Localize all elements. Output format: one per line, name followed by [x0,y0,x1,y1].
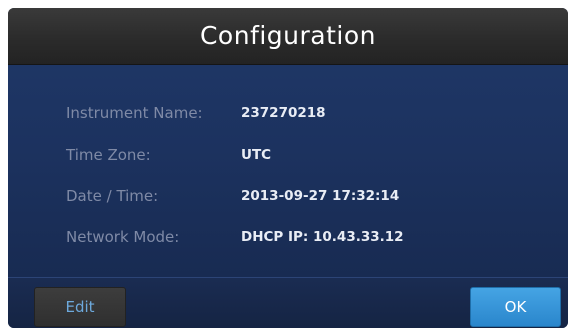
button-bar: Edit OK [8,277,568,328]
date-time-label: Date / Time: [66,187,159,205]
network-mode-label: Network Mode: [66,228,180,246]
row-network-mode: Network Mode: DHCP IP: 10.43.33.12 [8,228,568,258]
configuration-dialog: Configuration Instrument Name: 237270218… [8,8,568,328]
date-time-value: 2013-09-27 17:32:14 [241,188,400,204]
instrument-name-label: Instrument Name: [66,104,203,122]
edit-button[interactable]: Edit [34,287,126,327]
settings-panel: Instrument Name: 237270218 Time Zone: UT… [8,65,568,277]
time-zone-value: UTC [241,147,272,163]
network-mode-value: DHCP IP: 10.43.33.12 [241,229,404,245]
row-date-time: Date / Time: 2013-09-27 17:32:14 [8,187,568,217]
title-bar: Configuration [8,8,568,65]
ok-button[interactable]: OK [470,287,561,327]
instrument-name-value: 237270218 [241,105,326,121]
dialog-title: Configuration [199,21,377,50]
row-time-zone: Time Zone: UTC [8,146,568,176]
time-zone-label: Time Zone: [66,146,151,164]
row-instrument-name: Instrument Name: 237270218 [8,104,568,134]
